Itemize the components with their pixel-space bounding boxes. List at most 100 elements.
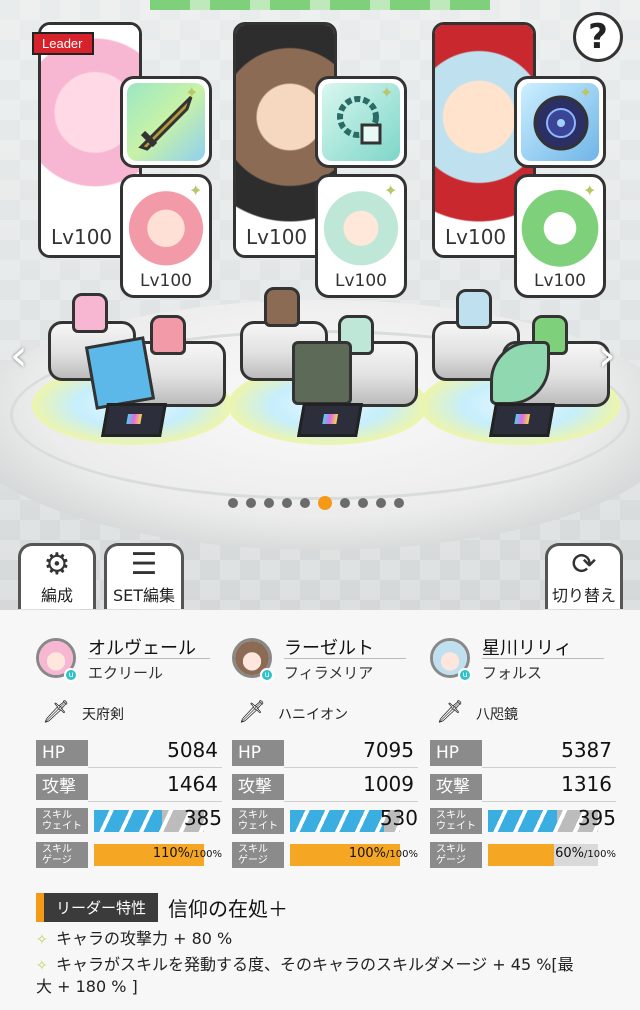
skill-wait-label: スキル ウェイト [430,808,482,834]
skill-gauge-label: スキル ゲージ [36,842,88,868]
character-subtitle: フォルス [482,664,543,682]
weapon-slot[interactable]: ✦ [120,76,212,168]
weapon-type-icon: 🗡 [238,700,266,725]
page-dot[interactable] [300,498,310,508]
attack-value: 1316 [561,772,612,796]
skill-gauge-value: 100%/100% [348,846,418,861]
page-dot[interactable] [228,498,238,508]
skill-gauge-label: スキル ゲージ [430,842,482,868]
support-slot[interactable]: Lv100 ✦ [514,174,606,298]
hp-label: HP [36,740,88,766]
party-slot-2[interactable]: Lv100 ✦ Lv100 ✦ [233,22,407,302]
character-header: u オルヴェール エクリール [36,630,226,690]
skill-wait-value: 395 [577,806,616,830]
prev-arrow-icon[interactable]: ‹ [10,330,28,381]
page-dot[interactable] [246,498,256,508]
party-arena: ? Lv100 Leader ✦ Lv100 ✦ Lv100 ✦ Lv100 ✦… [0,0,640,610]
trait-text: キャラがスキルを発動する度、そのキャラのスキルダメージ + 45 %[最 [56,955,574,974]
skill-wait-row: スキル ウェイト 385 [36,806,226,836]
diamond-bullet-icon: ✧ [36,932,48,948]
formation-label: 編成 [40,586,73,605]
set-edit-button[interactable]: ☰ SET編集 [104,543,184,609]
support-slot[interactable]: Lv100 ✦ [315,174,407,298]
divider [482,801,616,802]
hp-label: HP [430,740,482,766]
divider [284,658,406,659]
sparkle-icon: ✦ [384,181,398,200]
skill-gauge-row: スキル ゲージ 60%/100% [430,840,620,870]
set-edit-label: SET編集 [112,586,176,605]
leader-trait-name: 信仰の在処＋ [168,896,289,921]
page-dot[interactable] [340,498,350,508]
next-arrow-icon[interactable]: › [598,330,616,381]
hp-row: HP 5084 [36,738,226,768]
switch-label: 切り替え [551,586,616,605]
pedestal-1 [32,285,232,455]
character-header: u ラーゼルト フィラメリア [232,630,422,690]
hp-label: HP [232,740,284,766]
page-indicator [228,496,404,510]
chibi-sprite [264,287,300,327]
skill-wait-label: スキル ウェイト [232,808,284,834]
weapon-row: 🗡 八咫鏡 [430,694,620,734]
weapon-slot[interactable]: ✦ [315,76,407,168]
attack-row: 攻撃 1316 [430,772,620,802]
character-stats-column[interactable]: u オルヴェール エクリール 🗡 天府剣 HP 5084 攻撃 1464 スキル… [36,630,226,870]
top-decoration [150,0,490,10]
leader-trait-label: リーダー特性 [36,892,159,922]
skill-wait-label: スキル ウェイト [36,808,88,834]
weapon-slot[interactable]: ✦ [514,76,606,168]
page-dot[interactable] [282,498,292,508]
character-stats-column[interactable]: u ラーゼルト フィラメリア 🗡 ハニイオン HP 7095 攻撃 1009 ス… [232,630,422,870]
weapon-name: ハニイオン [278,707,348,723]
divider [482,767,616,768]
character-name: ラーゼルト [284,638,374,659]
level-label: Lv100 [45,223,119,251]
page-dot[interactable] [264,498,274,508]
page-dot[interactable] [358,498,368,508]
leader-trait-header: リーダー特性 信仰の在処＋ [36,892,288,922]
skill-gauge-value: 60%/100% [555,846,616,861]
element-badge-icon: u [260,668,274,682]
weapon-sprite [84,336,156,410]
formation-button[interactable]: ⚙ 編成 [18,543,96,609]
attack-row: 攻撃 1009 [232,772,422,802]
item-stand [489,403,555,437]
item-stand [101,403,167,437]
bar-fill [290,810,384,832]
sparkle-icon: ✦ [185,83,199,102]
character-stats-column[interactable]: u 星川リリィ フォルス 🗡 八咫鏡 HP 5387 攻撃 1316 スキル ウェ… [430,630,620,870]
party-slot-1[interactable]: Lv100 Leader ✦ Lv100 ✦ [32,22,212,302]
weapon-type-icon: 🗡 [42,700,70,725]
attack-label: 攻撃 [232,774,284,800]
sparkle-icon: ✦ [579,83,593,102]
attack-label: 攻撃 [36,774,88,800]
chibi-sprite [72,293,108,333]
element-badge-icon: u [64,668,78,682]
weapon-row: 🗡 ハニイオン [232,694,422,734]
skill-gauge-value: 110%/100% [152,846,222,861]
character-subtitle: エクリール [88,664,164,682]
pedestal-2 [228,285,428,455]
attack-value: 1464 [167,772,218,796]
skill-gauge-row: スキル ゲージ 100%/100% [232,840,422,870]
pedestal-3 [420,285,620,455]
sparkle-icon: ✦ [380,83,394,102]
party-slot-3[interactable]: Lv100 ✦ Lv100 ✦ [432,22,606,302]
trait-text: 大 + 180 % ] [36,977,138,996]
hp-value: 5387 [561,738,612,762]
leader-trait-line: 大 + 180 % ] [36,976,606,998]
page-dot[interactable] [394,498,404,508]
leader-trait-line: ✧ キャラの攻撃力 + 80 % [36,928,606,950]
bar-fill [488,844,554,866]
switch-button[interactable]: ⟳ 切り替え [545,543,623,609]
support-slot[interactable]: Lv100 ✦ [120,174,212,298]
page-dot[interactable] [376,498,386,508]
trait-text: キャラの攻撃力 + 80 % [56,929,233,948]
divider [88,801,222,802]
character-header: u 星川リリィ フォルス [430,630,620,690]
weapon-name: 八咫鏡 [476,707,518,723]
attack-row: 攻撃 1464 [36,772,226,802]
diamond-bullet-icon: ✧ [36,958,48,974]
page-dot[interactable] [318,496,332,510]
